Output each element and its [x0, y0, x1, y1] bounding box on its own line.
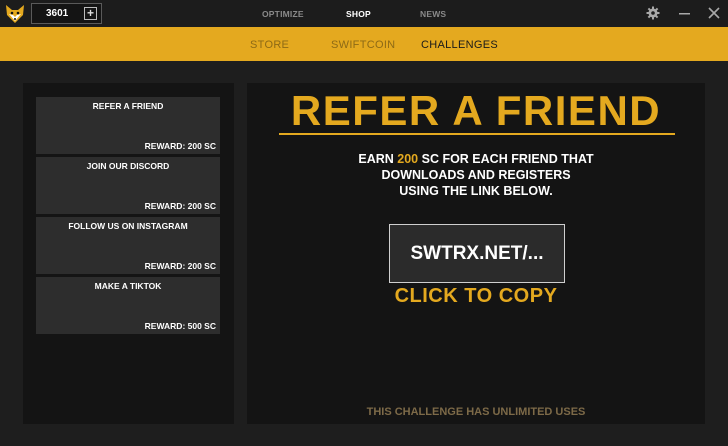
challenge-detail: REFER A FRIEND EARN 200 SC FOR EACH FRIE… — [247, 83, 705, 424]
challenge-reward: REWARD: 200 SC — [144, 141, 216, 151]
minimize-icon[interactable] — [677, 5, 693, 21]
challenge-list: REFER A FRIEND REWARD: 200 SC JOIN OUR D… — [23, 83, 234, 424]
challenge-title: FOLLOW US ON INSTAGRAM — [68, 221, 188, 231]
tab-challenges[interactable]: CHALLENGES — [421, 39, 498, 51]
title-bar: 3601 + OPTIMIZE SHOP NEWS — [0, 0, 728, 27]
title-underline — [279, 133, 675, 135]
close-icon[interactable] — [706, 5, 722, 21]
tab-swiftcoin[interactable]: SWIFTCOIN — [331, 39, 395, 51]
challenge-title: JOIN OUR DISCORD — [86, 161, 170, 171]
detail-description: EARN 200 SC FOR EACH FRIEND THAT DOWNLOA… — [247, 151, 705, 199]
copy-link-button[interactable]: CLICK TO COPY — [247, 285, 705, 308]
desc-line2: DOWNLOADS AND REGISTERS — [381, 168, 571, 182]
desc-amount: 200 — [397, 152, 419, 166]
referral-link: SWTRX.NET/... — [410, 243, 544, 264]
challenge-card-tiktok[interactable]: MAKE A TIKTOK REWARD: 500 SC — [36, 277, 220, 334]
challenge-reward: REWARD: 200 SC — [144, 261, 216, 271]
desc-line1-suffix: SC FOR EACH FRIEND THAT — [418, 152, 594, 166]
challenge-card-instagram[interactable]: FOLLOW US ON INSTAGRAM REWARD: 200 SC — [36, 217, 220, 274]
balance-value: 3601 — [46, 8, 69, 19]
challenge-title: MAKE A TIKTOK — [94, 281, 162, 291]
challenge-title: REFER A FRIEND — [92, 101, 164, 111]
gear-icon[interactable] — [645, 5, 661, 21]
desc-prefix: EARN — [358, 152, 398, 166]
challenge-card-discord[interactable]: JOIN OUR DISCORD REWARD: 200 SC — [36, 157, 220, 214]
sub-nav: STORE SWIFTCOIN CHALLENGES — [0, 27, 728, 61]
challenge-reward: REWARD: 200 SC — [144, 201, 216, 211]
unlimited-note: THIS CHALLENGE HAS UNLIMITED USES — [366, 406, 586, 418]
desc-line3: USING THE LINK BELOW. — [399, 184, 553, 198]
detail-title: REFER A FRIEND — [290, 87, 662, 134]
nav-news[interactable]: NEWS — [420, 9, 446, 19]
nav-optimize[interactable]: OPTIMIZE — [262, 9, 304, 19]
tab-store[interactable]: STORE — [250, 39, 289, 51]
challenge-card-refer[interactable]: REFER A FRIEND REWARD: 200 SC — [36, 97, 220, 154]
referral-link-box[interactable]: SWTRX.NET/... — [389, 224, 565, 283]
fox-logo — [6, 5, 24, 23]
coin-balance: 3601 + — [31, 3, 102, 24]
nav-shop[interactable]: SHOP — [346, 9, 371, 19]
challenge-reward: REWARD: 500 SC — [144, 321, 216, 331]
plus-icon[interactable]: + — [84, 7, 97, 20]
